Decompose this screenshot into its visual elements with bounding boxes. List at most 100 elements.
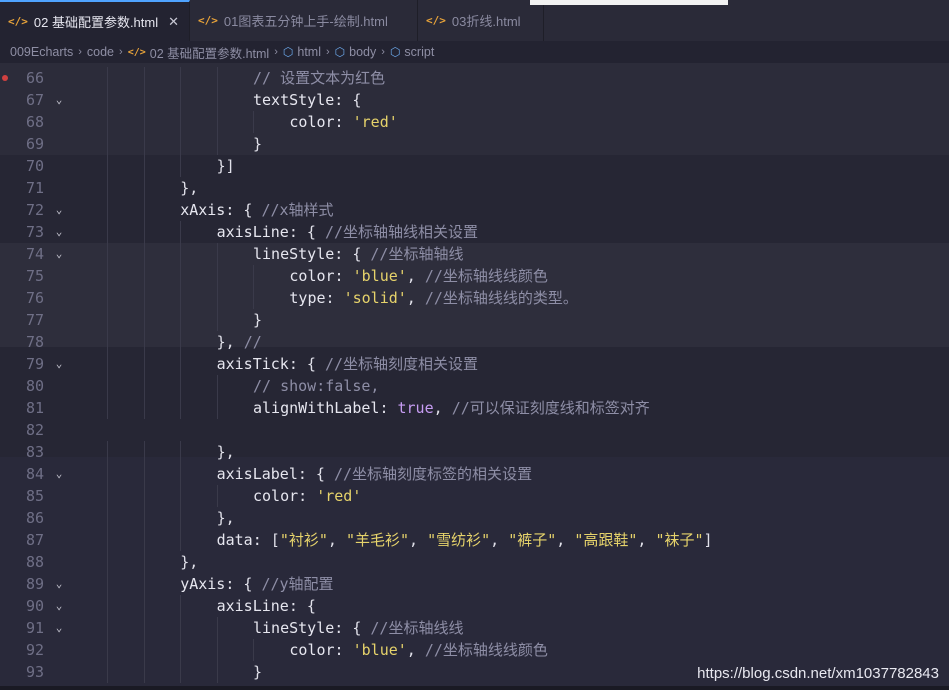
- indent-guide: [107, 309, 109, 331]
- fold-chevron-icon[interactable]: ⌄: [52, 221, 66, 243]
- fold-chevron-icon[interactable]: ⌄: [52, 595, 66, 617]
- line-number: 84: [25, 465, 44, 483]
- indent-guide: [143, 397, 145, 419]
- code-token: // show:false,: [253, 377, 380, 395]
- fold-chevron-icon[interactable]: ⌄: [52, 463, 66, 485]
- breadcrumb-item-body[interactable]: ⬡ body: [335, 45, 377, 59]
- breadcrumb-item-folder[interactable]: code: [87, 45, 114, 59]
- code-line[interactable]: 76 type: 'solid', //坐标轴线线的类型。: [0, 287, 949, 309]
- indent-guide: [107, 265, 109, 287]
- code-token: axisTick: [216, 355, 289, 373]
- code-line[interactable]: 66 // 设置文本为红色: [0, 67, 949, 89]
- code-line[interactable]: 90 ⌄ axisLine: {: [0, 595, 949, 617]
- code-line[interactable]: 81 alignWithLabel: true, //可以保证刻度线和标签对齐: [0, 397, 949, 419]
- indent-guide: [143, 67, 145, 89]
- code-line[interactable]: 72 ⌄ xAxis: { //x轴样式: [0, 199, 949, 221]
- code-line[interactable]: 67 ⌄ textStyle: {: [0, 89, 949, 111]
- code-token: : {: [334, 245, 371, 263]
- code-token: :: [298, 487, 317, 505]
- code-line[interactable]: 68 color: 'red': [0, 111, 949, 133]
- code-editor[interactable]: 66// 设置文本为红色 67 ⌄ textStyle: {68 color: 'red…: [0, 63, 949, 690]
- watermark-text: https://blog.csdn.net/xm1037782843: [697, 665, 939, 682]
- code-token: :: [379, 399, 398, 417]
- code-line[interactable]: 74 ⌄ lineStyle: { //坐标轴轴线: [0, 243, 949, 265]
- code-line[interactable]: 71},: [0, 177, 949, 199]
- indent-guide: [180, 111, 182, 133]
- code-line[interactable]: 80 // show:false,: [0, 375, 949, 397]
- code-line[interactable]: 77}: [0, 309, 949, 331]
- code-token: :: [334, 641, 353, 659]
- indent-guide: [180, 529, 182, 551]
- breadcrumb-item-script[interactable]: ⬡ script: [390, 45, 434, 59]
- code-token: : {: [334, 91, 362, 109]
- code-token: //: [243, 333, 262, 351]
- indent-guide: [143, 155, 145, 177]
- code-line[interactable]: 69}: [0, 133, 949, 155]
- code-text: }]: [217, 155, 235, 177]
- code-line[interactable]: 85 color: 'red': [0, 485, 949, 507]
- indent-guide: [180, 243, 182, 265]
- code-token: },: [180, 179, 199, 197]
- html-file-icon: </>: [198, 14, 218, 27]
- code-text: lineStyle: { //坐标轴线线: [253, 617, 463, 639]
- tab-label: 03折线.html: [451, 14, 521, 29]
- code-line[interactable]: 83},: [0, 441, 949, 463]
- code-line[interactable]: 79 ⌄ axisTick: { //坐标轴刻度相关设置: [0, 353, 949, 375]
- code-token: xAxis: [180, 201, 226, 219]
- breadcrumb-item-file[interactable]: </> 02 基础配置参数.html: [128, 43, 270, 62]
- code-text: axisLine: {: [217, 595, 316, 617]
- code-token: ,: [433, 399, 452, 417]
- indent-guide: [143, 551, 145, 573]
- html-file-icon: </>: [8, 15, 28, 28]
- code-line[interactable]: 84 ⌄ axisLabel: { //坐标轴刻度标签的相关设置: [0, 463, 949, 485]
- code-text: }: [253, 133, 262, 155]
- code-token: },: [216, 333, 244, 351]
- code-line[interactable]: 88},: [0, 551, 949, 573]
- line-number: 69: [25, 135, 44, 153]
- code-line[interactable]: 89 ⌄ yAxis: { //y轴配置: [0, 573, 949, 595]
- indent-guide: [143, 111, 145, 133]
- code-line[interactable]: 70}]: [0, 155, 949, 177]
- code-token: data: [216, 531, 253, 549]
- code-line[interactable]: 73 ⌄ axisLine: { //坐标轴轴线相关设置: [0, 221, 949, 243]
- code-line[interactable]: 78}, //: [0, 331, 949, 353]
- tab-01-quickstart[interactable]: </> 01图表五分钟上手-绘制.html: [190, 0, 419, 41]
- code-token: "衬衫": [279, 531, 328, 549]
- indent-guide: [216, 375, 218, 397]
- code-token: "高跟鞋": [574, 531, 638, 549]
- code-token: color: [289, 267, 335, 285]
- fold-chevron-icon[interactable]: ⌄: [52, 573, 66, 595]
- breadcrumb-item-project[interactable]: 009Echarts: [10, 45, 73, 59]
- code-text: alignWithLabel: true, //可以保证刻度线和标签对齐: [253, 397, 650, 419]
- fold-chevron-icon[interactable]: ⌄: [52, 199, 66, 221]
- code-token: ,: [637, 531, 656, 549]
- indent-guide: [143, 507, 145, 529]
- code-line[interactable]: 86},: [0, 507, 949, 529]
- close-icon[interactable]: ✕: [168, 14, 179, 30]
- line-number: 86: [25, 509, 44, 527]
- code-line[interactable]: 91 ⌄ lineStyle: { //坐标轴线线: [0, 617, 949, 639]
- code-token: //坐标轴线线颜色: [424, 267, 548, 285]
- line-number: 80: [25, 377, 44, 395]
- tab-02-config[interactable]: </> 02 基础配置参数.html ✕: [0, 0, 191, 41]
- fold-chevron-icon[interactable]: ⌄: [52, 617, 66, 639]
- fold-chevron-icon[interactable]: ⌄: [52, 353, 66, 375]
- breadcrumb-item-html[interactable]: ⬡ html: [283, 45, 321, 59]
- code-token: //坐标轴线线的类型。: [424, 289, 578, 307]
- code-line[interactable]: 82: [0, 419, 949, 441]
- code-line[interactable]: 92 color: 'blue', //坐标轴线线颜色: [0, 639, 949, 661]
- indent-guide: [253, 639, 254, 661]
- code-line[interactable]: 87 data: ["衬衫", "羊毛衫", "雪纺衫", "裤子", "高跟鞋"…: [0, 529, 949, 551]
- tab-03-line[interactable]: </> 03折线.html: [418, 0, 545, 41]
- code-token: :: [334, 113, 353, 131]
- code-token: textStyle: [253, 91, 335, 109]
- code-token: : {: [288, 223, 325, 241]
- code-token: "袜子": [655, 531, 704, 549]
- code-line[interactable]: 75 color: 'blue', //坐标轴线线颜色: [0, 265, 949, 287]
- fold-chevron-icon[interactable]: ⌄: [52, 243, 66, 265]
- code-token: ,: [409, 531, 428, 549]
- code-token: 'blue': [352, 267, 407, 285]
- code-token: lineStyle: [253, 619, 335, 637]
- fold-chevron-icon[interactable]: ⌄: [52, 89, 66, 111]
- indent-guide: [107, 89, 109, 111]
